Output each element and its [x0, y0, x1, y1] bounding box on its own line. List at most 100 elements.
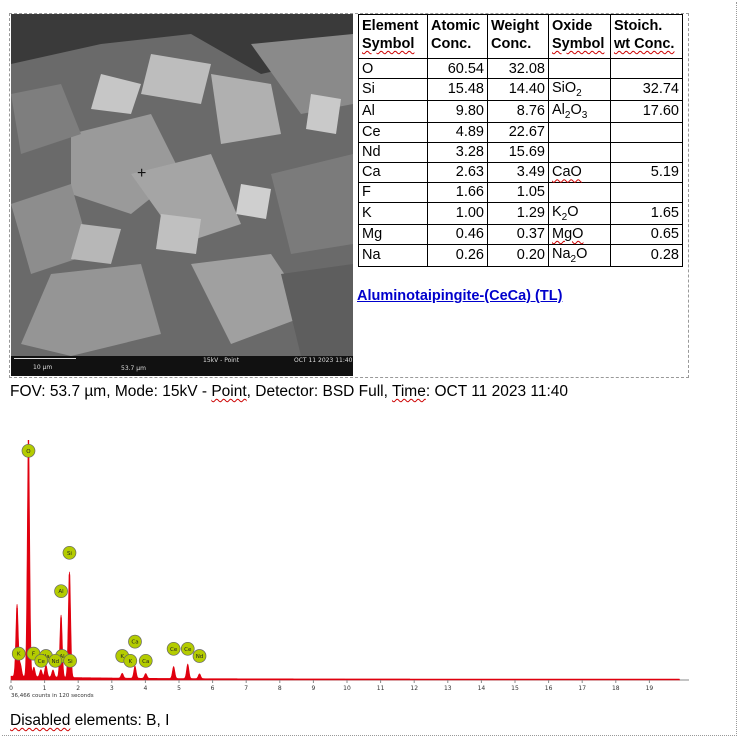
element-table: Element Symbol Atomic Conc. Weight Conc. Ox… — [358, 14, 683, 267]
cell-weight: 15.69 — [487, 141, 549, 163]
fov-mid: , Detector: BSD Full, — [246, 383, 392, 400]
eds-spectrum: 0 1 2 3 4 5 6 7 8 9 10 11 12 13 14 15 16 17 18 19 36,466 cou… — [5, 439, 695, 705]
spectrum-svg: 0 1 2 3 4 5 6 7 8 9 10 11 12 13 14 15 16 17 18 1936,466 cou… — [9, 439, 689, 699]
peak-label-text: K — [17, 652, 21, 658]
x-tick-label: 17 — [578, 685, 586, 692]
header-element: Element Symbol — [358, 14, 428, 59]
cell-atomic: 1.00 — [427, 201, 488, 225]
cell-atomic: 60.54 — [427, 58, 488, 79]
x-tick-label: 12 — [410, 685, 418, 692]
disabled-elements: Disabled elements: B, I — [10, 712, 169, 730]
x-tick-label: 8 — [278, 685, 282, 692]
cell-element: Ca — [358, 161, 428, 183]
sem-texture — [11, 14, 353, 356]
header-oxide: Oxide Symbol — [548, 14, 611, 59]
cell-weight: 22.67 — [487, 121, 549, 143]
peak-label-text: Ce — [184, 647, 192, 653]
cell-element: Na — [358, 243, 428, 267]
cell-stoich — [610, 141, 683, 163]
peak-label: K — [11, 646, 26, 661]
fov-suffix: : OCT 11 2023 11:40 — [425, 383, 569, 400]
cell-atomic: 0.26 — [427, 243, 488, 267]
cell-atomic: 0.46 — [427, 223, 488, 245]
table-row: F 1.66 1.05 — [358, 181, 683, 203]
peak-label-text: Si — [67, 551, 72, 557]
x-tick-label: 3 — [110, 685, 114, 692]
peak-label: Ca — [138, 653, 153, 668]
peak-label-text: Ce — [170, 647, 178, 653]
x-tick-label: 0 — [9, 685, 13, 692]
counts-note: 36,466 counts in 120 seconds — [11, 693, 94, 699]
cell-element: O — [358, 58, 428, 79]
disabled-rest: elements: B, I — [70, 712, 170, 729]
cell-oxide: CaO — [548, 161, 611, 183]
cell-oxide: K2O — [548, 201, 611, 225]
date-label: OCT 11 2023 11:40 — [294, 357, 353, 364]
sem-micrograph: 10 µm 53.7 µm 15kV - Point OCT 11 2023 1… — [11, 14, 353, 376]
cell-oxide — [548, 181, 611, 203]
cell-oxide — [548, 58, 611, 79]
cell-stoich: 32.74 — [610, 78, 683, 101]
cell-atomic: 15.48 — [427, 78, 488, 101]
cell-stoich: 5.19 — [610, 161, 683, 183]
cell-oxide: Al2O3 — [548, 99, 611, 123]
peak-label: Ca — [128, 634, 142, 649]
peak-label: Ce — [180, 641, 195, 656]
table-row: Ce 4.89 22.67 — [358, 121, 683, 143]
x-tick-label: 10 — [343, 685, 351, 692]
cell-element: K — [358, 201, 428, 225]
cell-stoich — [610, 58, 683, 79]
cell-weight: 1.05 — [487, 181, 549, 203]
peak-label: Si — [62, 545, 77, 560]
cell-weight: 14.40 — [487, 78, 549, 101]
peak-label: Si — [63, 653, 77, 668]
cell-stoich: 0.65 — [610, 223, 683, 245]
spectrum-area — [10, 439, 681, 681]
peak-label: Ce — [166, 641, 181, 656]
cell-oxide — [548, 141, 611, 163]
cell-oxide: MgO — [548, 223, 611, 245]
mode-label: 15kV - Point — [203, 357, 240, 364]
cell-weight: 1.29 — [487, 201, 549, 225]
peak-label: Nd — [192, 649, 207, 663]
table-row: Nd 3.28 15.69 — [358, 141, 683, 163]
x-tick-label: 19 — [646, 685, 654, 692]
cell-oxide: SiO2 — [548, 78, 611, 101]
cell-atomic: 3.28 — [427, 141, 488, 163]
x-tick-label: 6 — [211, 685, 215, 692]
cell-atomic: 2.63 — [427, 161, 488, 183]
peak-label-text: Ce — [38, 659, 46, 665]
table-row: Si 15.48 14.40 SiO2 32.74 — [358, 78, 683, 101]
cell-weight: 3.49 — [487, 161, 549, 183]
table-header-row: Element Symbol Atomic Conc. Weight Conc. Ox… — [358, 14, 683, 59]
peak-label: Nd — [48, 653, 63, 668]
cell-weight: 0.37 — [487, 223, 549, 245]
cell-stoich: 0.28 — [610, 243, 683, 267]
cell-element: Al — [358, 99, 428, 123]
cell-element: Si — [358, 78, 428, 101]
scale-label: 10 µm — [33, 364, 53, 371]
peak-label-text: Nd — [52, 659, 60, 665]
x-tick-label: 2 — [76, 685, 80, 692]
fov-point: Point — [211, 383, 247, 400]
peak-label-text: Nd — [196, 654, 204, 660]
cell-element: F — [358, 181, 428, 203]
fov-label: 53.7 µm — [121, 365, 146, 372]
cell-stoich — [610, 121, 683, 143]
x-tick-label: 13 — [444, 685, 452, 692]
header-weight: Weight Conc. — [487, 14, 549, 59]
x-tick-label: 18 — [612, 685, 620, 692]
x-tick-label: 7 — [244, 685, 248, 692]
x-tick-label: 15 — [511, 685, 519, 692]
fov-time: Time — [391, 383, 426, 400]
disabled-word: Disabled — [10, 712, 71, 729]
cell-element: Ce — [358, 121, 428, 143]
cell-weight: 0.20 — [487, 243, 549, 267]
scale-bar — [14, 358, 76, 359]
peak-label-text: Ca — [131, 640, 138, 646]
crosshair-icon: + — [137, 165, 147, 182]
peak-label-text: Ca — [142, 659, 149, 665]
mineral-link[interactable]: Aluminotaipingite-(CeCa) (TL) — [357, 288, 562, 304]
peak-label-text: Si — [68, 659, 73, 665]
header-atomic: Atomic Conc. — [427, 14, 488, 59]
